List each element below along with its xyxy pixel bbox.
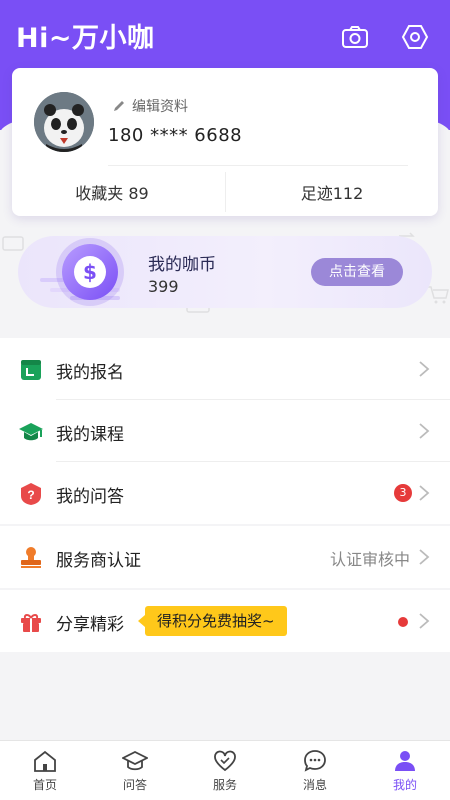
- chevron-right-icon: [418, 484, 430, 502]
- tab-messages[interactable]: 消息: [270, 741, 360, 800]
- qa-label: 我的问答: [56, 487, 124, 507]
- chat-bubble-icon: [304, 750, 326, 772]
- profile-card: 编辑资料 180 **** 6688 收藏夹 89 足迹112: [12, 68, 438, 216]
- menu-group-share: 分享精彩 得积分免费抽奖~: [0, 590, 450, 652]
- graduation-cap-icon: [122, 750, 148, 771]
- wallet-deco-icon: [2, 236, 24, 251]
- menu-item-provider-certification[interactable]: 服务商认证 认证审核中: [0, 526, 450, 588]
- pencil-icon: [114, 101, 124, 111]
- coin-value: 399: [148, 277, 179, 296]
- chevron-right-icon: [418, 422, 430, 440]
- menu-group-activities: 我的报名 我的课程 ? 我的问答 3: [0, 338, 450, 524]
- graduation-cap-icon: [18, 419, 44, 445]
- tab-services[interactable]: 服务: [180, 741, 270, 800]
- tab-qa[interactable]: 问答: [90, 741, 180, 800]
- courses-label: 我的课程: [56, 425, 124, 445]
- camera-icon[interactable]: [340, 22, 370, 52]
- cart-deco-icon: [427, 286, 449, 304]
- coin-title: 我的咖币: [148, 255, 216, 275]
- qa-icon: ?: [18, 481, 44, 507]
- registration-label: 我的报名: [56, 363, 124, 383]
- tab-profile[interactable]: 我的: [360, 741, 450, 800]
- coin-icon: $: [62, 244, 118, 300]
- chevron-right-icon: [418, 360, 430, 378]
- notification-dot: [398, 617, 408, 627]
- tab-messages-label: 消息: [302, 778, 327, 792]
- favorites-stat[interactable]: 收藏夹 89: [12, 180, 212, 204]
- user-icon: [395, 751, 415, 771]
- gift-icon: [18, 609, 44, 635]
- bottom-tab-bar: 首页 问答 服务 消息 我的: [0, 740, 450, 800]
- menu-item-qa[interactable]: ? 我的问答 3: [0, 462, 450, 524]
- tab-home-label: 首页: [32, 778, 57, 792]
- phone-number: 180 **** 6688: [108, 125, 243, 146]
- stamp-icon: [18, 545, 44, 571]
- coin-banner-area: $ 我的咖币 399 点击查看: [0, 226, 450, 326]
- stat-separator: [225, 172, 226, 212]
- edit-profile-link[interactable]: 编辑资料: [112, 96, 188, 116]
- svg-text:?: ?: [27, 488, 34, 502]
- provider-label: 服务商认证: [56, 551, 141, 571]
- menu-item-share[interactable]: 分享精彩 得积分免费抽奖~: [0, 590, 450, 652]
- tab-home[interactable]: 首页: [0, 741, 90, 800]
- qa-count-badge: 3: [394, 484, 412, 502]
- menu-item-registration[interactable]: 我的报名: [0, 338, 450, 400]
- card-divider: [108, 165, 408, 166]
- footprints-stat[interactable]: 足迹112: [232, 180, 432, 204]
- menu-item-courses[interactable]: 我的课程: [0, 400, 450, 462]
- edit-profile-label: 编辑资料: [132, 99, 188, 115]
- view-coins-button[interactable]: 点击查看: [311, 258, 403, 286]
- share-label: 分享精彩: [56, 615, 124, 635]
- tab-qa-label: 问答: [122, 778, 147, 792]
- tab-services-label: 服务: [212, 778, 237, 792]
- home-icon: [34, 750, 56, 772]
- chevron-right-icon: [418, 612, 430, 630]
- provider-status: 认证审核中: [329, 550, 410, 569]
- hexagon-settings-icon[interactable]: [400, 22, 430, 52]
- menu-group-provider: 服务商认证 认证审核中: [0, 526, 450, 588]
- tab-profile-label: 我的: [392, 778, 417, 792]
- page-title: Hi~万小咖: [16, 23, 155, 54]
- heart-icon: [214, 750, 236, 772]
- avatar[interactable]: [34, 92, 94, 152]
- registration-icon: [18, 357, 44, 383]
- chevron-right-icon: [418, 548, 430, 566]
- share-promo-tag: 得积分免费抽奖~: [138, 606, 287, 636]
